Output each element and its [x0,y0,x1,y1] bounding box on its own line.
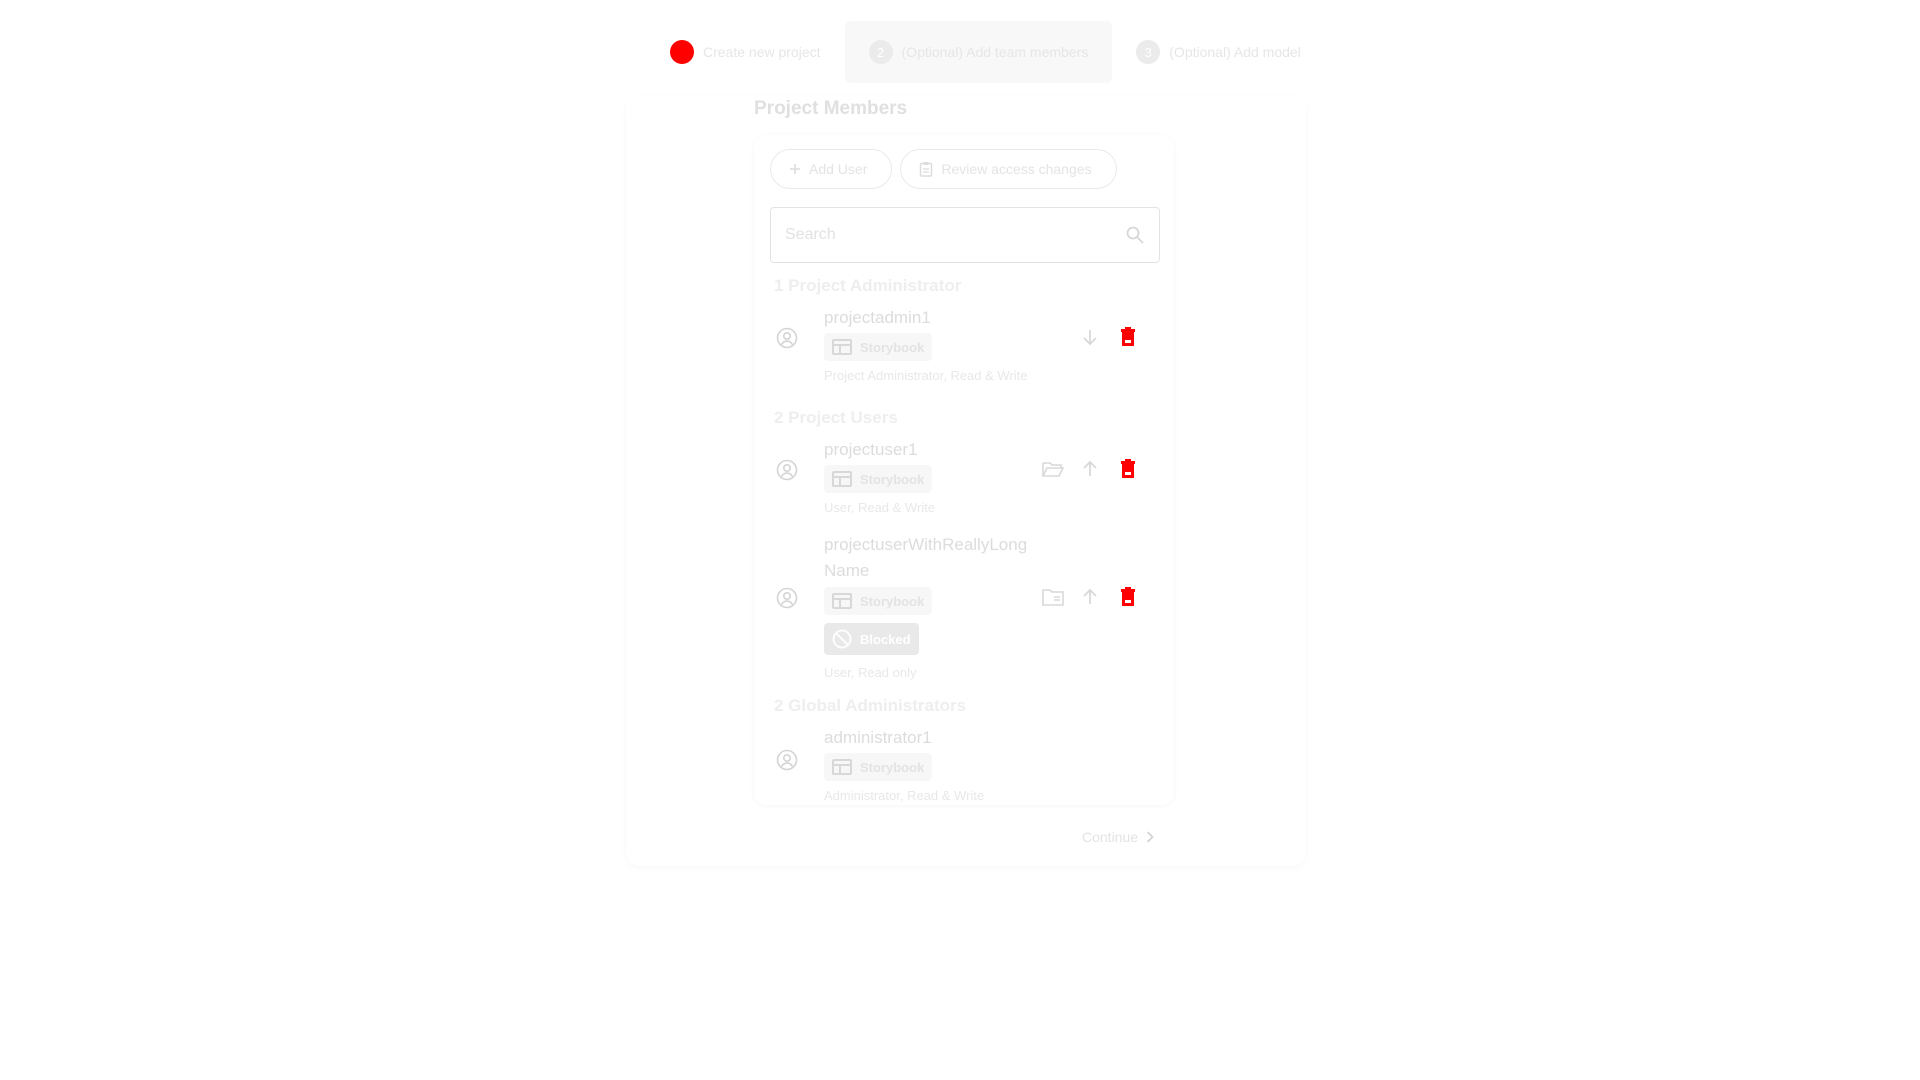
step-label: (Optional) Add model [1169,44,1301,60]
member-role: Project Administrator, Read & Write [824,368,1028,383]
delete-icon[interactable] [1120,327,1136,347]
continue-button[interactable]: Continue [1082,829,1154,845]
avatar-icon [776,459,798,481]
arrow-up-icon[interactable] [1082,588,1098,606]
step-add-team-members[interactable]: 2 (Optional) Add team members [844,21,1113,83]
member-role: Administrator, Read & Write [824,788,985,803]
group-title-global-admins: 2 Global Administrators [774,696,967,715]
group-title-project-users: 2 Project Users [774,408,898,427]
step-create-project[interactable]: Create new project [646,21,845,83]
table-icon [832,339,852,355]
table-icon [832,593,852,609]
stepper: Create new project 2 (Optional) Add team… [646,21,1301,83]
member-role: User, Read only [824,665,917,680]
member-name: projectadmin1 [824,308,931,327]
table-icon [832,471,852,487]
project-badge: Storybook [824,333,933,361]
delete-icon[interactable] [1120,587,1136,607]
blocked-icon [832,629,852,649]
avatar-icon [776,327,798,349]
step-done-icon [670,40,694,64]
member-name: administrator1 [824,728,932,747]
project-badge-label: Storybook [860,593,925,609]
search-input[interactable]: Search [770,207,1160,263]
search-icon[interactable] [1125,225,1145,245]
plus-icon [789,163,801,175]
step-number: 3 [1136,40,1161,64]
chevron-right-icon [1146,831,1154,843]
add-user-button[interactable]: Add User [770,149,893,189]
toolbar: Add User Review access changes [770,149,1117,189]
blocked-badge-label: Blocked [860,631,911,647]
table-icon [832,759,852,775]
blocked-badge: Blocked [824,623,919,655]
step-label: (Optional) Add team members [901,44,1089,60]
page-title: Project Members [754,98,908,119]
group-title-project-admins: 1 Project Administrator [774,276,962,295]
members-panel: Add User Review access changes Search 1 … [754,135,1174,805]
step-label: Create new project [703,44,821,60]
step-add-model[interactable]: 3 (Optional) Add model [1112,21,1325,83]
arrow-down-icon[interactable] [1082,328,1098,346]
folder-open-icon[interactable] [1042,460,1064,478]
clipboard-icon [919,161,933,177]
add-user-label: Add User [809,161,868,177]
folder-list-icon[interactable] [1042,588,1064,606]
review-access-button[interactable]: Review access changes [900,149,1117,189]
project-badge-label: Storybook [860,471,925,487]
project-badge-label: Storybook [860,759,925,775]
avatar-icon [776,749,798,771]
search-placeholder: Search [785,226,836,243]
project-badge-label: Storybook [860,339,925,355]
continue-label: Continue [1082,829,1139,845]
project-badge: Storybook [824,465,933,493]
step-number: 2 [868,40,893,64]
member-name: projectuserWithReallyLongName [824,535,1028,580]
project-badge: Storybook [824,587,933,615]
delete-icon[interactable] [1120,459,1136,479]
review-access-label: Review access changes [941,161,1092,177]
member-name: projectuser1 [824,440,918,459]
member-role: User, Read & Write [824,500,936,515]
project-badge: Storybook [824,753,933,781]
avatar-icon [776,587,798,609]
arrow-up-icon[interactable] [1082,460,1098,478]
